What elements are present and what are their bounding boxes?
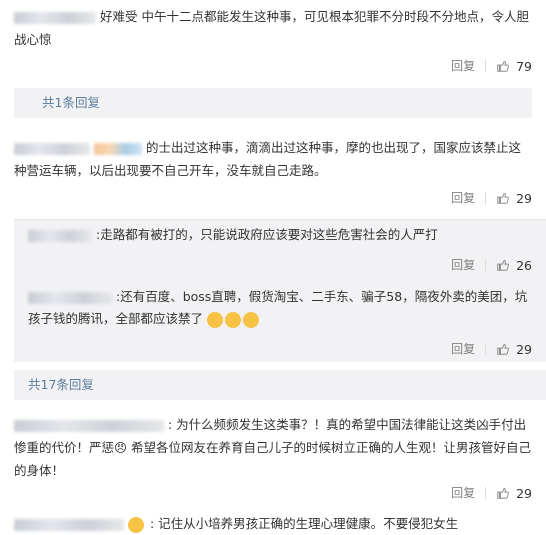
reply-button[interactable]: 回复 (451, 259, 487, 271)
reply-text: :还有百度、boss直聘，假货淘宝、二手东、骗子58，隔夜外卖的美团，坑孩子钱的… (28, 289, 528, 328)
comment-text: : 记住从小培养男孩正确的生理心理健康。不要侵犯女生 (14, 512, 532, 535)
blurred-username[interactable] (28, 229, 92, 242)
emoji-icon (225, 311, 241, 328)
comment-3: : 为什么频频发生这类事？！真的希望中国法律能让这类凶手付出惨重的代价！严惩😠 … (0, 413, 546, 506)
thumbs-up-icon (497, 259, 509, 271)
like-count: 29 (516, 341, 532, 357)
blurred-username[interactable] (14, 11, 96, 24)
like-button[interactable]: 29 (496, 486, 532, 501)
reply-text: :走路都有被打的，只能说政府应该要对这些危害社会的人严打 (28, 224, 532, 246)
reply-button[interactable]: 回复 (451, 343, 487, 355)
thumbs-up-icon (497, 192, 509, 204)
like-count: 79 (516, 58, 532, 74)
reply-button[interactable]: 回复 (451, 487, 487, 499)
like-button[interactable]: 79 (496, 59, 532, 74)
blurred-username[interactable] (14, 518, 124, 531)
like-count: 29 (516, 190, 532, 206)
like-count: 26 (516, 257, 532, 273)
reply-1: :走路都有被打的，只能说政府应该要对这些危害社会的人严打 回复 26 (14, 220, 546, 278)
blurred-username[interactable] (14, 419, 164, 432)
comment-text: 的士出过这种事，滴滴出过这种事，摩的也出现了，国家应该禁止这种营运车辆，以后出现… (14, 140, 521, 178)
comment-1: 好难受 中午十二点都能发生这种事，可见根本犯罪不分时段不分地点，令人胆战心惊 回… (0, 0, 546, 118)
more-replies-link[interactable]: 共1条回复 (14, 88, 532, 118)
reply-actions: 回复 26 (28, 252, 532, 278)
blurred-badge (93, 142, 142, 155)
reply-button[interactable]: 回复 (451, 60, 487, 72)
thumbs-up-icon (497, 487, 509, 499)
more-replies-link[interactable]: 共17条回复 (14, 370, 546, 400)
comment-text: : 为什么频频发生这类事？！真的希望中国法律能让这类凶手付出惨重的代价！严惩😠 … (14, 417, 532, 478)
emoji-icon (207, 311, 223, 328)
like-button[interactable]: 29 (496, 191, 532, 206)
comment-actions: 回复 79 (14, 53, 532, 79)
like-button[interactable]: 29 (496, 342, 532, 357)
comment-4: : 记住从小培养男孩正确的生理心理健康。不要侵犯女生 (0, 512, 546, 535)
like-button[interactable]: 26 (496, 258, 532, 273)
reply-button[interactable]: 回复 (451, 192, 487, 204)
thumbs-up-icon (497, 60, 509, 72)
comment-2: 的士出过这种事，滴滴出过这种事，摩的也出现了，国家应该禁止这种营运车辆，以后出现… (0, 136, 546, 211)
comment-text: 好难受 中午十二点都能发生这种事，可见根本犯罪不分时段不分地点，令人胆战心惊 (14, 9, 529, 47)
reply-2: :还有百度、boss直聘，假货淘宝、二手东、骗子58，隔夜外卖的美团，坑孩子钱的… (14, 278, 546, 362)
blurred-username[interactable] (28, 291, 112, 304)
comment-actions: 回复 29 (14, 185, 532, 211)
emoji-icon (243, 311, 259, 328)
like-count: 29 (516, 485, 532, 501)
comment-actions: 回复 29 (14, 480, 532, 506)
blurred-username[interactable] (14, 142, 90, 155)
thumbs-up-icon (497, 343, 509, 355)
reply-actions: 回复 29 (28, 336, 532, 362)
emoji-icon (127, 516, 144, 533)
